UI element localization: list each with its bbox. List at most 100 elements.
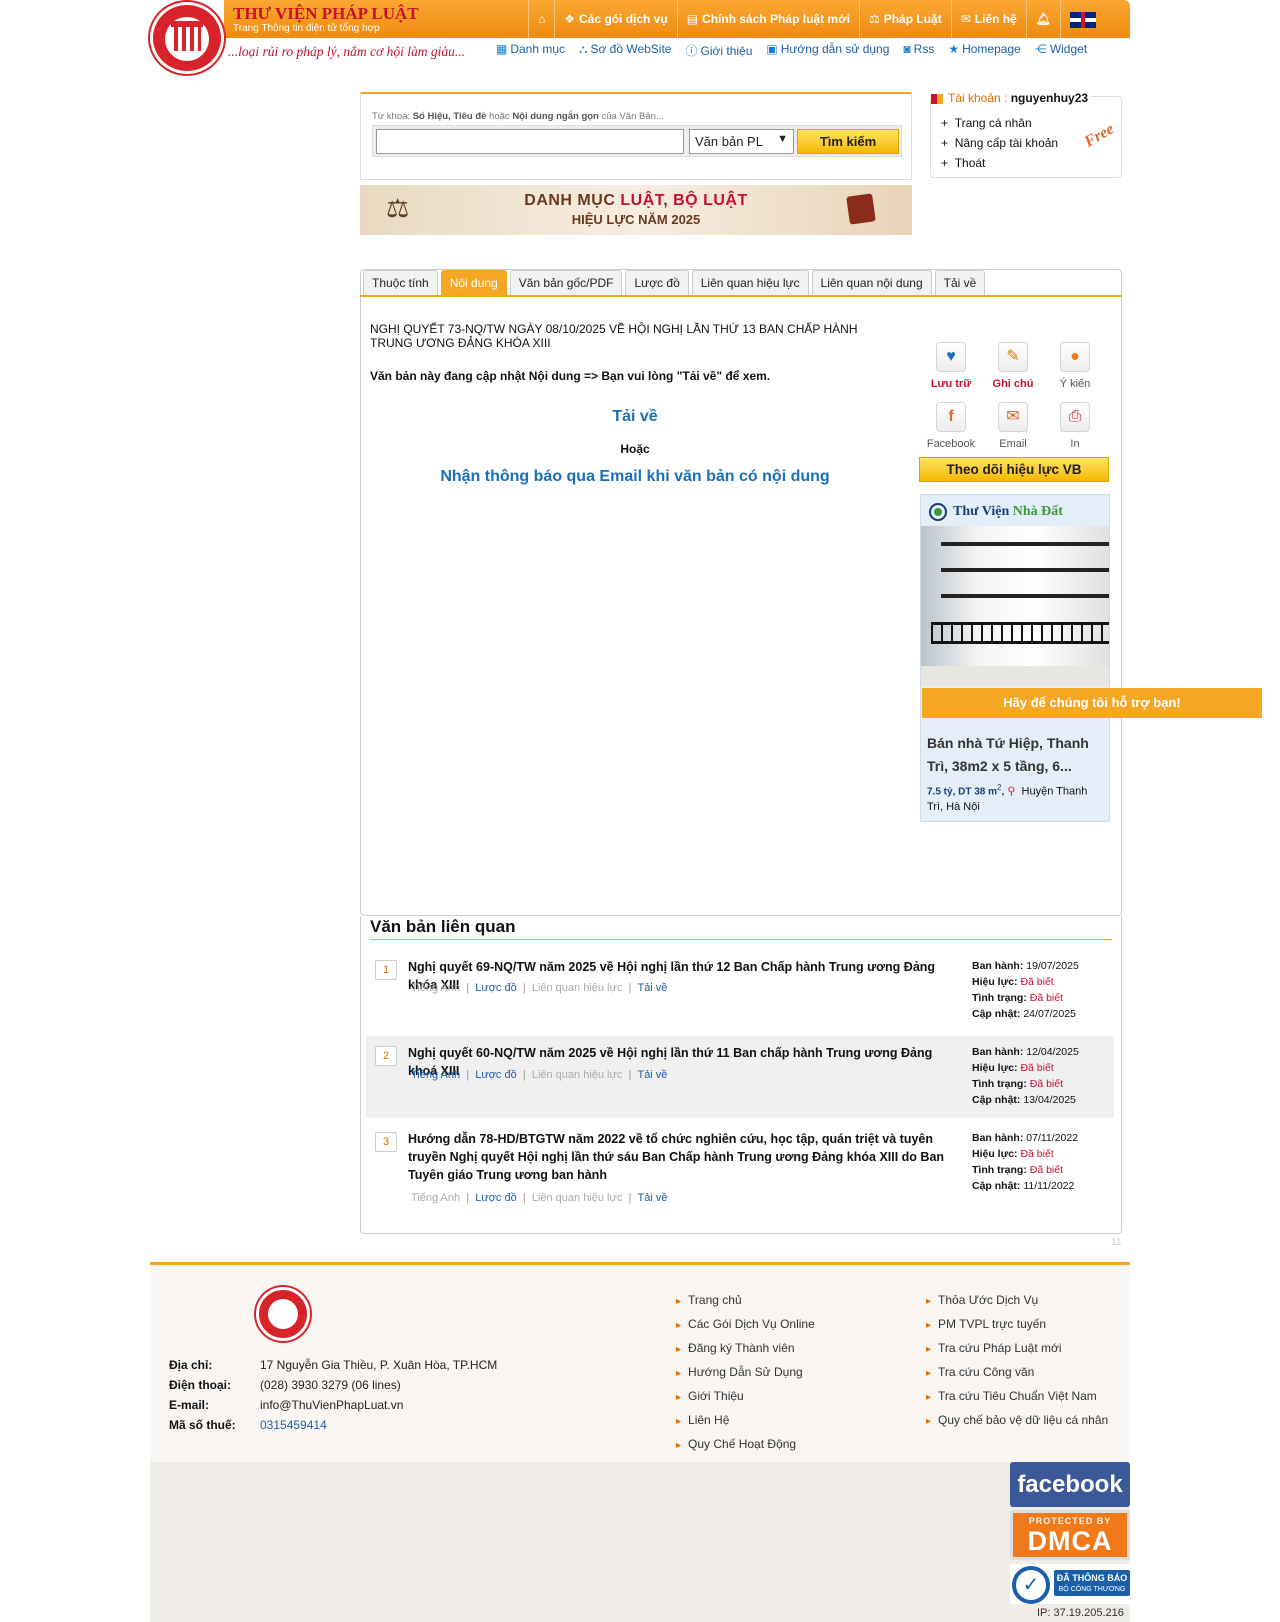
issued-label: Ban hành: [972, 1046, 1024, 1058]
footer-link[interactable]: Tra cứu Công văn [926, 1361, 1108, 1385]
status-value[interactable]: Đã biết [1030, 992, 1063, 1004]
status-value[interactable]: Đã biết [1030, 1078, 1063, 1090]
footer-link[interactable]: Thỏa Ước Dịch Vụ [926, 1289, 1108, 1313]
link-english[interactable]: Tiếng Anh [411, 982, 460, 994]
dmca-small-text: PROTECTED BY [1028, 1516, 1112, 1526]
footer-link[interactable]: Tra cứu Pháp Luật mới [926, 1337, 1108, 1361]
footer-link[interactable]: Liên Hệ [676, 1409, 815, 1433]
footer-link[interactable]: PM TVPL trực tuyến [926, 1313, 1108, 1337]
footer-link[interactable]: Trang chủ [676, 1289, 815, 1313]
tab-related-effect[interactable]: Liên quan hiệu lực [691, 270, 809, 295]
or-text: Hoặc [620, 442, 650, 456]
ad-brand-b: Nhà Đất [1012, 504, 1063, 520]
tab-download[interactable]: Tải về [934, 270, 986, 295]
print-button[interactable]: ⎙ In [1044, 402, 1106, 450]
item-meta: Ban hành: 12/04/2025 Hiệu lực: Đã biết T… [972, 1044, 1079, 1108]
ministry-registration-badge[interactable]: ✓ ĐÃ THÔNG BÁO BỘ CÔNG THƯƠNG [1010, 1564, 1130, 1604]
printer-icon: ⎙ [1060, 402, 1090, 432]
house-photo[interactable] [921, 526, 1109, 686]
dmca-badge[interactable]: PROTECTED BY DMCA [1010, 1510, 1130, 1560]
list-item: 1 Nghị quyết 69-NQ/TW năm 2025 về Hội ng… [366, 954, 1114, 1032]
updated-value: 24/07/2025 [1023, 1008, 1076, 1020]
address-label: Địa chỉ: [169, 1358, 213, 1372]
follow-effect-button[interactable]: Theo dõi hiệu lực VB [919, 457, 1109, 482]
item-meta: Ban hành: 07/11/2022 Hiệu lực: Đã biết T… [972, 1130, 1078, 1194]
ad-brand-a: Thư Viện [953, 504, 1010, 520]
link-related-effect[interactable]: Liên quan hiệu lực [532, 1069, 623, 1081]
status-value[interactable]: Đã biết [1030, 1164, 1063, 1176]
item-number: 1 [375, 960, 397, 980]
bct-line1: ĐÃ THÔNG BÁO [1056, 1573, 1128, 1583]
link-diagram[interactable]: Lược đồ [475, 982, 517, 994]
email-value[interactable]: info@ThuVienPhapLuat.vn [260, 1398, 403, 1412]
tab-diagram[interactable]: Lược đồ [625, 270, 689, 295]
facebook-label: Facebook [926, 438, 976, 450]
document-note: Văn bản này đang cập nhật Nội dung => Bạ… [370, 369, 771, 383]
facebook-badge[interactable]: facebook [1010, 1462, 1130, 1507]
effect-label: Hiệu lực: [972, 976, 1018, 988]
link-related-effect[interactable]: Liên quan hiệu lực [532, 1192, 623, 1204]
save-label: Lưu trữ [930, 378, 972, 390]
ministry-badge-text: ĐÃ THÔNG BÁO BỘ CÔNG THƯƠNG [1054, 1570, 1130, 1596]
tab-underline [360, 295, 1122, 297]
status-label: Tình trạng: [972, 992, 1027, 1004]
tab-original-pdf[interactable]: Văn bản gốc/PDF [509, 270, 623, 295]
tab-properties[interactable]: Thuộc tính [363, 270, 438, 295]
effect-value[interactable]: Đã biết [1020, 1062, 1053, 1074]
item-number: 3 [375, 1132, 397, 1152]
balcony-edge [941, 594, 1109, 598]
save-button[interactable]: ♥ Lưu trữ [920, 342, 982, 390]
balcony-railing [931, 622, 1109, 644]
phone-label: Điện thoại: [169, 1378, 231, 1392]
ad-title[interactable]: Bán nhà Tứ Hiệp, Thanh Trì, 38m2 x 5 tần… [927, 732, 1107, 778]
tax-value[interactable]: 0315459414 [260, 1418, 327, 1432]
email-label: Email [999, 438, 1027, 450]
effect-label: Hiệu lực: [972, 1148, 1018, 1160]
link-diagram[interactable]: Lược đồ [475, 1069, 517, 1081]
footer-link[interactable]: Đăng ký Thành viên [676, 1337, 815, 1361]
facebook-share-button[interactable]: f Facebook [920, 402, 982, 450]
related-title: Văn bản liên quan [370, 917, 516, 936]
effect-value[interactable]: Đã biết [1020, 1148, 1053, 1160]
effect-value[interactable]: Đã biết [1020, 976, 1053, 988]
support-button[interactable]: Hãy để chúng tôi hỗ trợ bạn! [922, 688, 1262, 718]
link-english[interactable]: Tiếng Anh [411, 1069, 460, 1081]
opinion-button[interactable]: ● Ý kiến [1044, 342, 1106, 390]
link-diagram[interactable]: Lược đồ [475, 1192, 517, 1204]
footer-link[interactable]: Tra cứu Tiêu Chuẩn Việt Nam [926, 1385, 1108, 1409]
download-link[interactable]: Tải về [370, 408, 900, 426]
footer-links-col2: Thỏa Ước Dịch Vụ PM TVPL trực tuyến Tra … [926, 1289, 1108, 1433]
item-title[interactable]: Hướng dẫn 78-HD/BTGTW năm 2022 về tổ chứ… [408, 1130, 964, 1184]
tab-content[interactable]: Nội dung [440, 270, 507, 295]
footer-link[interactable]: Các Gói Dịch Vụ Online [676, 1313, 815, 1337]
tax-label: Mã số thuế: [169, 1418, 236, 1432]
dmca-text: DMCA [1027, 1526, 1113, 1556]
footer-link[interactable]: Hướng Dẫn Sử Dụng [676, 1361, 815, 1385]
link-download[interactable]: Tải về [637, 1192, 667, 1204]
link-download[interactable]: Tải về [637, 982, 667, 994]
footer-link[interactable]: Quy Chế Hoạt Động [676, 1433, 815, 1457]
real-estate-ad[interactable]: Thư Viện Nhà Đất Bán nhà Tứ Hiệp, Thanh … [920, 494, 1110, 822]
link-related-effect[interactable]: Liên quan hiệu lực [532, 982, 623, 994]
footer-contact: Địa chỉ: 17 Nguyễn Gia Thiều, P. Xuân Hòa… [169, 1355, 497, 1435]
opinion-label: Ý kiến [1059, 378, 1091, 390]
item-links: Tiếng Anh | Lược đồ | Liên quan hiệu lực… [411, 1069, 668, 1081]
item-links: Tiếng Anh | Lược đồ | Liên quan hiệu lực… [411, 982, 668, 994]
bct-line2: BỘ CÔNG THƯƠNG [1058, 1586, 1126, 1593]
link-english[interactable]: Tiếng Anh [411, 1192, 460, 1204]
tab-related-content[interactable]: Liên quan nội dung [811, 270, 932, 295]
address-value: 17 Nguyễn Gia Thiều, P. Xuân Hòa, TP.HCM [260, 1358, 498, 1372]
phone-value: (028) 3930 3279 (06 lines) [260, 1378, 401, 1392]
email-notify-link[interactable]: Nhận thông báo qua Email khi văn bản có … [370, 468, 900, 486]
link-download[interactable]: Tải về [637, 1069, 667, 1081]
document-title: NGHỊ QUYẾT 73-NQ/TW NGÀY 08/10/2025 VỀ H… [370, 322, 858, 350]
issued-value: 19/07/2025 [1026, 960, 1079, 972]
footer-logo[interactable] [256, 1287, 310, 1341]
tree-logo-icon [929, 503, 947, 521]
status-label: Tình trạng: [972, 1078, 1027, 1090]
footer-link[interactable]: Quy chế bảo vệ dữ liệu cá nhân [926, 1409, 1108, 1433]
footer-link[interactable]: Giới Thiệu [676, 1385, 815, 1409]
note-button[interactable]: ✎ Ghi chú [982, 342, 1044, 390]
email-share-button[interactable]: ✉ Email [982, 402, 1044, 450]
ad-meta: 7.5 tỷ, DT 38 m2, ⚲ Huyện Thanh Trì, Hà … [927, 783, 1088, 813]
